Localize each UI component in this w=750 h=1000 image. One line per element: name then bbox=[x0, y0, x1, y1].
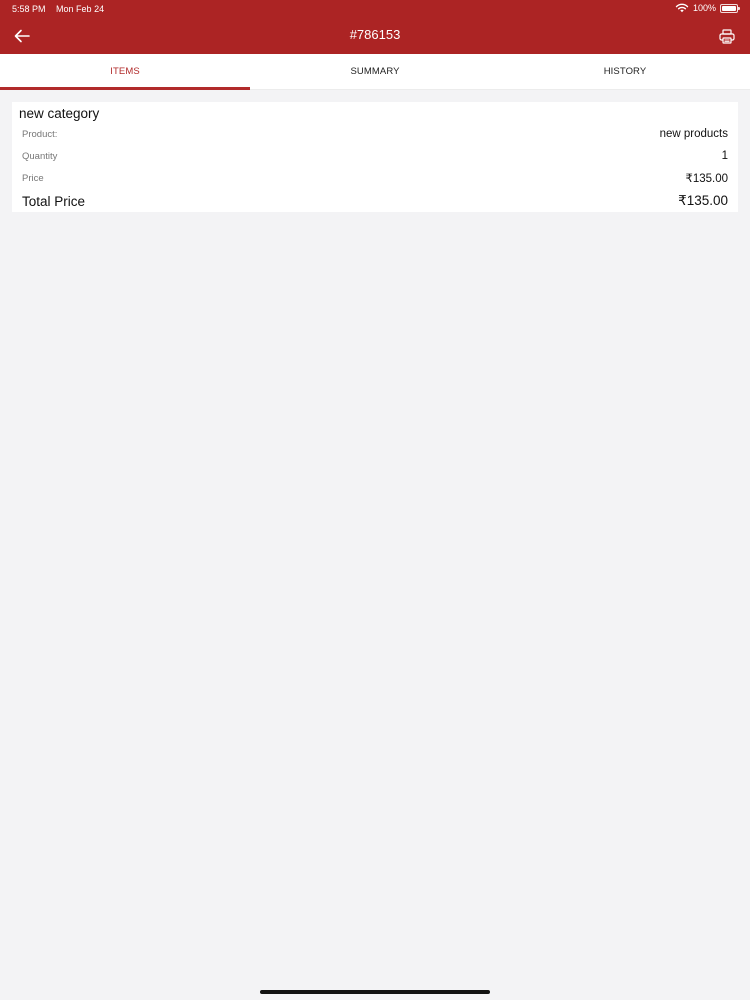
quantity-row: Quantity 1 bbox=[22, 150, 728, 162]
product-label: Product: bbox=[22, 128, 58, 140]
tab-items[interactable]: ITEMS bbox=[0, 54, 250, 90]
status-date: Mon Feb 24 bbox=[56, 4, 105, 14]
order-screen: 5:58 PM Mon Feb 24 100% #786153 ITEMS SU… bbox=[0, 0, 750, 1000]
total-price-label: Total Price bbox=[22, 193, 86, 209]
product-value: new products bbox=[659, 128, 728, 140]
battery-icon bbox=[720, 3, 740, 13]
price-label: Price bbox=[22, 172, 44, 184]
print-button[interactable] bbox=[716, 25, 738, 47]
total-price-value: ₹135.00 bbox=[678, 193, 728, 208]
status-time: 5:58 PM bbox=[12, 4, 46, 14]
home-indicator bbox=[260, 990, 490, 994]
battery-percent: 100% bbox=[692, 3, 716, 13]
price-row: Price ₹135.00 bbox=[22, 171, 729, 186]
price-value: ₹135.00 bbox=[685, 173, 729, 185]
order-number-title: #786153 bbox=[349, 27, 401, 42]
quantity-label: Quantity bbox=[22, 150, 58, 162]
order-item-card: new category Product: new products Quant… bbox=[12, 102, 738, 212]
total-price-row: Total Price ₹135.00 bbox=[22, 193, 728, 209]
tab-bar: ITEMS SUMMARY HISTORY bbox=[0, 54, 750, 90]
nav-bar: #786153 bbox=[0, 18, 750, 54]
header: 5:58 PM Mon Feb 24 100% #786153 bbox=[0, 0, 750, 54]
printer-icon bbox=[719, 28, 735, 44]
wifi-icon bbox=[675, 3, 689, 13]
item-category: new category bbox=[19, 106, 100, 121]
status-bar: 5:58 PM Mon Feb 24 100% bbox=[0, 0, 750, 18]
tab-summary[interactable]: SUMMARY bbox=[250, 54, 500, 89]
product-row: Product: new products bbox=[22, 128, 728, 140]
status-time-date: 5:58 PM Mon Feb 24 bbox=[12, 4, 104, 14]
status-indicators: 100% bbox=[675, 3, 740, 13]
tab-history[interactable]: HISTORY bbox=[500, 54, 750, 89]
quantity-value: 1 bbox=[721, 150, 728, 162]
